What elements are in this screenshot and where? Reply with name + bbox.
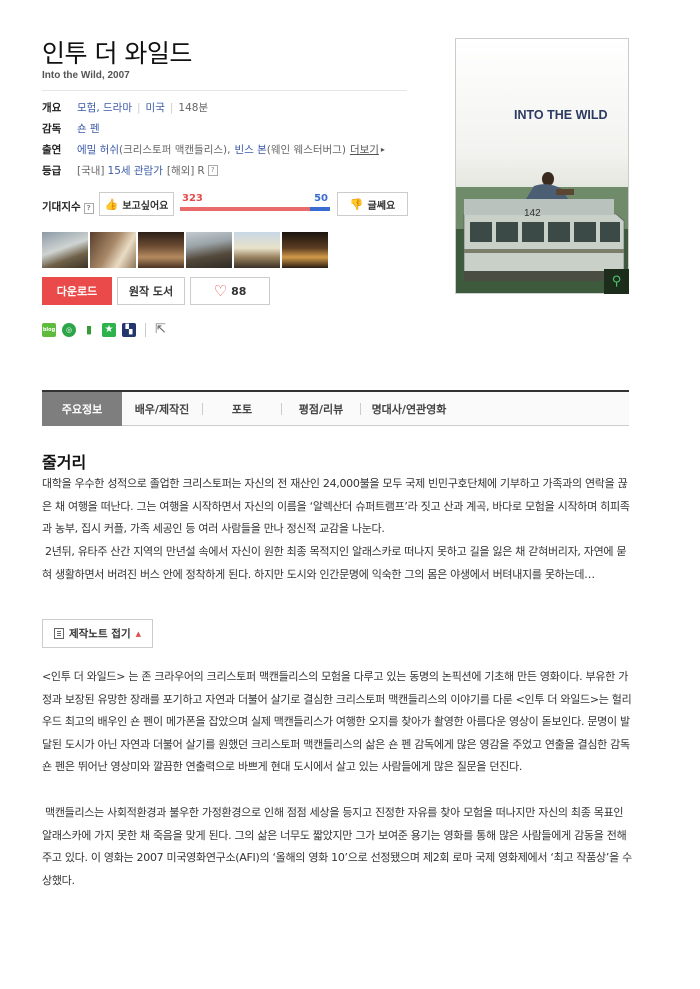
expect-label: 기대지수?: [42, 199, 94, 214]
synopsis-paragraph-2: 2년뒤, 유타주 산간 지역의 만년설 속에서 자신이 원한 최종 목적지인 알…: [42, 545, 627, 581]
trello-share-icon[interactable]: ▚: [122, 322, 136, 337]
still-thumbnail[interactable]: [42, 232, 88, 268]
tab-quotes-related[interactable]: 명대사/연관영화: [361, 392, 457, 426]
document-icon: [53, 628, 64, 639]
poster-title: INTO THE WILD: [514, 108, 608, 122]
star-share-icon[interactable]: ★: [102, 322, 116, 337]
cast-link-2[interactable]: 빈스 본: [234, 142, 266, 157]
rating-row: 등급 [국내] 15세 관람가 [해외] R ?: [42, 163, 218, 178]
movie-poster[interactable]: INTO THE WILD 142: [455, 38, 629, 294]
movie-subtitle: Into the Wild, 2007: [42, 70, 130, 81]
movie-title: 인투 더 와일드: [42, 39, 192, 68]
synopsis-title: 줄거리: [42, 453, 87, 472]
stills-strip: [42, 232, 328, 268]
genres-link[interactable]: 모험, 드라마: [77, 100, 132, 115]
help-icon[interactable]: ?: [83, 203, 94, 214]
overview-label: 개요: [42, 102, 62, 114]
expect-bar: 323 50: [180, 192, 330, 216]
help-icon[interactable]: ?: [207, 165, 218, 176]
original-book-button[interactable]: 원작 도서: [117, 277, 185, 305]
still-thumbnail[interactable]: [282, 232, 328, 268]
kakao-share-icon[interactable]: ◎: [62, 322, 76, 337]
still-thumbnail[interactable]: [90, 232, 136, 268]
share-row: blog ◎ ▮ ★ ▚ ⇱: [42, 322, 166, 337]
still-thumbnail[interactable]: [138, 232, 184, 268]
tab-cast-crew[interactable]: 배우/제작진: [122, 392, 202, 426]
not-sure-button[interactable]: 👎 글쎄요: [337, 192, 408, 216]
production-notes-toggle[interactable]: 제작노트 접기 ▲: [42, 619, 153, 648]
not-sure-label: 글쎄요: [367, 200, 396, 212]
caret-up-icon: ▲: [135, 629, 141, 638]
tab-main-info[interactable]: 주요정보: [42, 392, 122, 426]
external-share-icon[interactable]: ⇱: [155, 322, 166, 337]
expect-bar-track: [180, 207, 330, 211]
heart-icon: ♡: [213, 281, 228, 300]
want-to-see-button[interactable]: 👍 보고싶어요: [99, 192, 174, 216]
chevron-right-icon: ▸: [380, 145, 385, 154]
still-thumbnail[interactable]: [186, 232, 232, 268]
divider: |: [169, 101, 174, 114]
cast-row: 출연 에밀 허쉬 (크리스토퍼 맥캔들리스), 빈스 본 (웨인 웨스터버그) …: [42, 142, 385, 157]
download-button[interactable]: 다운로드: [42, 277, 112, 305]
director-link[interactable]: 숀 펜: [77, 121, 100, 136]
mobile-share-icon[interactable]: ▮: [82, 322, 96, 337]
production-notes-label: 제작노트 접기: [68, 628, 131, 640]
cast-role-1: (크리스토퍼 맥캔들리스),: [118, 144, 231, 156]
cast-role-2: (웨인 웨스터버그): [266, 144, 346, 156]
poster-bus-number: 142: [524, 208, 541, 219]
not-count: 50: [314, 193, 328, 204]
rating-domestic-label: [국내]: [77, 165, 105, 177]
cast-label: 출연: [42, 144, 62, 156]
blog-share-icon[interactable]: blog: [42, 322, 56, 337]
tab-photo[interactable]: 포토: [203, 392, 281, 426]
director-label: 감독: [42, 123, 62, 135]
like-button[interactable]: ♡ 88: [190, 277, 270, 305]
director-row: 감독 숀 펜: [42, 121, 100, 136]
tab-bar: 주요정보 배우/제작진 포토 평점/리뷰 명대사/연관영화: [42, 390, 629, 426]
cast-more-link[interactable]: 더보기: [350, 142, 379, 157]
rating-foreign: R: [197, 164, 205, 177]
poster-image: INTO THE WILD 142: [456, 39, 628, 293]
country-link[interactable]: 미국: [146, 100, 165, 115]
overview-row: 개요 모험, 드라마 | 미국 | 148분: [42, 100, 208, 115]
runtime: 148분: [178, 102, 209, 114]
thumbs-down-icon: 👎: [349, 197, 364, 211]
rating-foreign-label: [해외]: [166, 165, 195, 177]
expect-bar-fill: [180, 207, 310, 211]
expectation-index: 기대지수? 👍 보고싶어요 323 50 👎 글쎄요: [42, 192, 412, 218]
still-thumbnail[interactable]: [234, 232, 280, 268]
like-count: 88: [231, 284, 247, 298]
cast-link-1[interactable]: 에밀 허쉬: [77, 142, 119, 157]
notes-paragraph-2: 맥캔들리스는 사회적환경과 불우한 가정환경으로 인해 점점 세상을 등지고 진…: [42, 806, 632, 887]
want-to-see-label: 보고싶어요: [122, 200, 169, 212]
zoom-icon[interactable]: ⚲: [604, 269, 629, 294]
tab-reviews[interactable]: 평점/리뷰: [282, 392, 360, 426]
notes-paragraph-1: <인투 더 와일드> 는 존 크라우어의 크리스토퍼 맥캔들리스의 모험을 다루…: [42, 670, 632, 774]
thumbs-up-icon: 👍: [104, 197, 119, 211]
title-divider: [42, 90, 407, 91]
divider: |: [136, 101, 141, 114]
rating-label: 등급: [42, 165, 62, 177]
divider: [145, 322, 146, 337]
synopsis-paragraph-1: 대학을 우수한 성적으로 졸업한 크리스토퍼는 자신의 전 재산인 24,000…: [42, 477, 630, 536]
rating-domestic[interactable]: 15세 관람가: [108, 163, 163, 178]
want-count: 323: [182, 193, 203, 204]
